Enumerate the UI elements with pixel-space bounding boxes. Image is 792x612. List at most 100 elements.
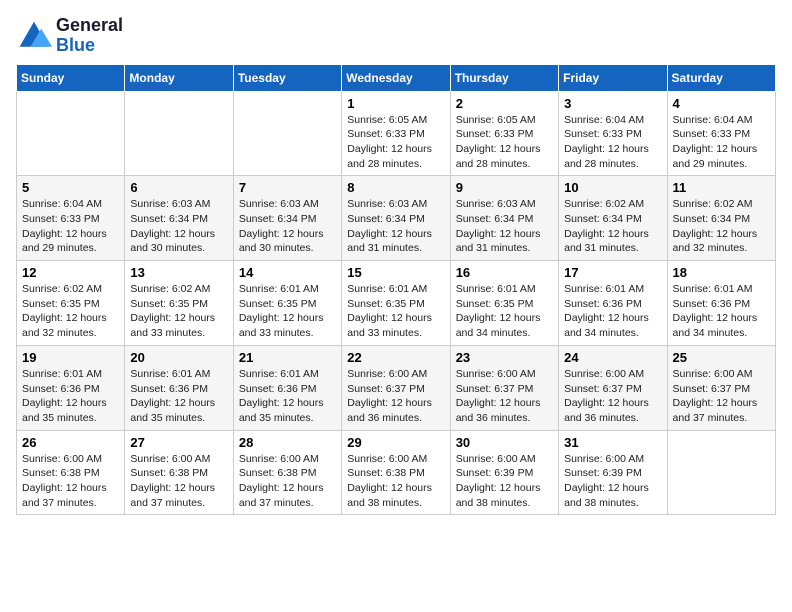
header-thursday: Thursday	[450, 64, 558, 91]
calendar-cell: 27 Sunrise: 6:00 AM Sunset: 6:38 PM Dayli…	[125, 430, 233, 515]
calendar-cell: 5 Sunrise: 6:04 AM Sunset: 6:33 PM Daylig…	[17, 176, 125, 261]
day-info: Sunrise: 6:00 AM Sunset: 6:38 PM Dayligh…	[239, 452, 336, 511]
day-number: 18	[673, 265, 770, 280]
day-info: Sunrise: 6:04 AM Sunset: 6:33 PM Dayligh…	[673, 113, 770, 172]
day-number: 19	[22, 350, 119, 365]
day-info: Sunrise: 6:01 AM Sunset: 6:36 PM Dayligh…	[564, 282, 661, 341]
day-info: Sunrise: 6:02 AM Sunset: 6:34 PM Dayligh…	[564, 197, 661, 256]
calendar-cell: 9 Sunrise: 6:03 AM Sunset: 6:34 PM Daylig…	[450, 176, 558, 261]
day-number: 1	[347, 96, 444, 111]
day-number: 14	[239, 265, 336, 280]
calendar-cell: 28 Sunrise: 6:00 AM Sunset: 6:38 PM Dayli…	[233, 430, 341, 515]
logo: General Blue	[16, 16, 123, 56]
day-number: 25	[673, 350, 770, 365]
day-info: Sunrise: 6:00 AM Sunset: 6:38 PM Dayligh…	[130, 452, 227, 511]
week-row-2: 5 Sunrise: 6:04 AM Sunset: 6:33 PM Daylig…	[17, 176, 776, 261]
page-header: General Blue	[16, 16, 776, 56]
header-wednesday: Wednesday	[342, 64, 450, 91]
calendar-cell: 17Sunrise: 6:01 AM Sunset: 6:36 PM Dayli…	[559, 261, 667, 346]
calendar-cell: 12Sunrise: 6:02 AM Sunset: 6:35 PM Dayli…	[17, 261, 125, 346]
day-number: 13	[130, 265, 227, 280]
day-number: 20	[130, 350, 227, 365]
day-info: Sunrise: 6:01 AM Sunset: 6:35 PM Dayligh…	[347, 282, 444, 341]
calendar-header-row: SundayMondayTuesdayWednesdayThursdayFrid…	[17, 64, 776, 91]
day-info: Sunrise: 6:00 AM Sunset: 6:37 PM Dayligh…	[456, 367, 553, 426]
day-info: Sunrise: 6:04 AM Sunset: 6:33 PM Dayligh…	[22, 197, 119, 256]
day-info: Sunrise: 6:00 AM Sunset: 6:37 PM Dayligh…	[564, 367, 661, 426]
header-saturday: Saturday	[667, 64, 775, 91]
header-monday: Monday	[125, 64, 233, 91]
day-number: 26	[22, 435, 119, 450]
calendar-cell: 4Sunrise: 6:04 AM Sunset: 6:33 PM Daylig…	[667, 91, 775, 176]
calendar-cell: 19 Sunrise: 6:01 AM Sunset: 6:36 PM Dayli…	[17, 345, 125, 430]
calendar-cell: 22Sunrise: 6:00 AM Sunset: 6:37 PM Dayli…	[342, 345, 450, 430]
calendar-cell: 15 Sunrise: 6:01 AM Sunset: 6:35 PM Dayli…	[342, 261, 450, 346]
calendar-table: SundayMondayTuesdayWednesdayThursdayFrid…	[16, 64, 776, 516]
day-number: 15	[347, 265, 444, 280]
header-tuesday: Tuesday	[233, 64, 341, 91]
header-friday: Friday	[559, 64, 667, 91]
calendar-cell: 20 Sunrise: 6:01 AM Sunset: 6:36 PM Dayli…	[125, 345, 233, 430]
day-number: 27	[130, 435, 227, 450]
calendar-cell: 6Sunrise: 6:03 AM Sunset: 6:34 PM Daylig…	[125, 176, 233, 261]
day-info: Sunrise: 6:03 AM Sunset: 6:34 PM Dayligh…	[239, 197, 336, 256]
day-info: Sunrise: 6:02 AM Sunset: 6:35 PM Dayligh…	[22, 282, 119, 341]
day-number: 23	[456, 350, 553, 365]
day-number: 28	[239, 435, 336, 450]
day-info: Sunrise: 6:02 AM Sunset: 6:35 PM Dayligh…	[130, 282, 227, 341]
day-info: Sunrise: 6:01 AM Sunset: 6:36 PM Dayligh…	[673, 282, 770, 341]
calendar-cell: 13 Sunrise: 6:02 AM Sunset: 6:35 PM Dayli…	[125, 261, 233, 346]
day-number: 24	[564, 350, 661, 365]
day-info: Sunrise: 6:00 AM Sunset: 6:39 PM Dayligh…	[564, 452, 661, 511]
calendar-cell: 11Sunrise: 6:02 AM Sunset: 6:34 PM Dayli…	[667, 176, 775, 261]
day-info: Sunrise: 6:03 AM Sunset: 6:34 PM Dayligh…	[456, 197, 553, 256]
calendar-cell: 8 Sunrise: 6:03 AM Sunset: 6:34 PM Daylig…	[342, 176, 450, 261]
day-number: 16	[456, 265, 553, 280]
day-info: Sunrise: 6:00 AM Sunset: 6:38 PM Dayligh…	[347, 452, 444, 511]
day-info: Sunrise: 6:05 AM Sunset: 6:33 PM Dayligh…	[456, 113, 553, 172]
day-info: Sunrise: 6:00 AM Sunset: 6:37 PM Dayligh…	[673, 367, 770, 426]
calendar-cell: 10 Sunrise: 6:02 AM Sunset: 6:34 PM Dayli…	[559, 176, 667, 261]
calendar-cell: 21 Sunrise: 6:01 AM Sunset: 6:36 PM Dayli…	[233, 345, 341, 430]
calendar-cell: 31 Sunrise: 6:00 AM Sunset: 6:39 PM Dayli…	[559, 430, 667, 515]
calendar-cell: 3 Sunrise: 6:04 AM Sunset: 6:33 PM Daylig…	[559, 91, 667, 176]
day-number: 30	[456, 435, 553, 450]
day-number: 8	[347, 180, 444, 195]
calendar-cell: 25 Sunrise: 6:00 AM Sunset: 6:37 PM Dayli…	[667, 345, 775, 430]
day-number: 31	[564, 435, 661, 450]
day-number: 10	[564, 180, 661, 195]
calendar-cell	[17, 91, 125, 176]
day-number: 5	[22, 180, 119, 195]
day-info: Sunrise: 6:05 AM Sunset: 6:33 PM Dayligh…	[347, 113, 444, 172]
logo-icon	[16, 18, 52, 54]
calendar-cell: 30 Sunrise: 6:00 AM Sunset: 6:39 PM Dayli…	[450, 430, 558, 515]
calendar-cell: 16 Sunrise: 6:01 AM Sunset: 6:35 PM Dayli…	[450, 261, 558, 346]
calendar-cell: 29Sunrise: 6:00 AM Sunset: 6:38 PM Dayli…	[342, 430, 450, 515]
week-row-5: 26 Sunrise: 6:00 AM Sunset: 6:38 PM Dayli…	[17, 430, 776, 515]
week-row-4: 19 Sunrise: 6:01 AM Sunset: 6:36 PM Dayli…	[17, 345, 776, 430]
day-number: 21	[239, 350, 336, 365]
day-info: Sunrise: 6:02 AM Sunset: 6:34 PM Dayligh…	[673, 197, 770, 256]
day-info: Sunrise: 6:03 AM Sunset: 6:34 PM Dayligh…	[347, 197, 444, 256]
calendar-cell: 26Sunrise: 6:00 AM Sunset: 6:38 PM Dayli…	[17, 430, 125, 515]
day-info: Sunrise: 6:01 AM Sunset: 6:35 PM Dayligh…	[239, 282, 336, 341]
day-info: Sunrise: 6:00 AM Sunset: 6:39 PM Dayligh…	[456, 452, 553, 511]
day-info: Sunrise: 6:04 AM Sunset: 6:33 PM Dayligh…	[564, 113, 661, 172]
calendar-cell: 2 Sunrise: 6:05 AM Sunset: 6:33 PM Daylig…	[450, 91, 558, 176]
day-info: Sunrise: 6:03 AM Sunset: 6:34 PM Dayligh…	[130, 197, 227, 256]
day-info: Sunrise: 6:01 AM Sunset: 6:35 PM Dayligh…	[456, 282, 553, 341]
day-info: Sunrise: 6:01 AM Sunset: 6:36 PM Dayligh…	[239, 367, 336, 426]
day-info: Sunrise: 6:00 AM Sunset: 6:37 PM Dayligh…	[347, 367, 444, 426]
day-number: 9	[456, 180, 553, 195]
day-number: 2	[456, 96, 553, 111]
logo-text: General Blue	[56, 16, 123, 56]
week-row-3: 12Sunrise: 6:02 AM Sunset: 6:35 PM Dayli…	[17, 261, 776, 346]
calendar-cell	[233, 91, 341, 176]
calendar-cell: 23 Sunrise: 6:00 AM Sunset: 6:37 PM Dayli…	[450, 345, 558, 430]
calendar-cell: 24 Sunrise: 6:00 AM Sunset: 6:37 PM Dayli…	[559, 345, 667, 430]
day-info: Sunrise: 6:01 AM Sunset: 6:36 PM Dayligh…	[22, 367, 119, 426]
day-number: 3	[564, 96, 661, 111]
day-info: Sunrise: 6:01 AM Sunset: 6:36 PM Dayligh…	[130, 367, 227, 426]
calendar-cell: 14 Sunrise: 6:01 AM Sunset: 6:35 PM Dayli…	[233, 261, 341, 346]
calendar-cell: 7Sunrise: 6:03 AM Sunset: 6:34 PM Daylig…	[233, 176, 341, 261]
